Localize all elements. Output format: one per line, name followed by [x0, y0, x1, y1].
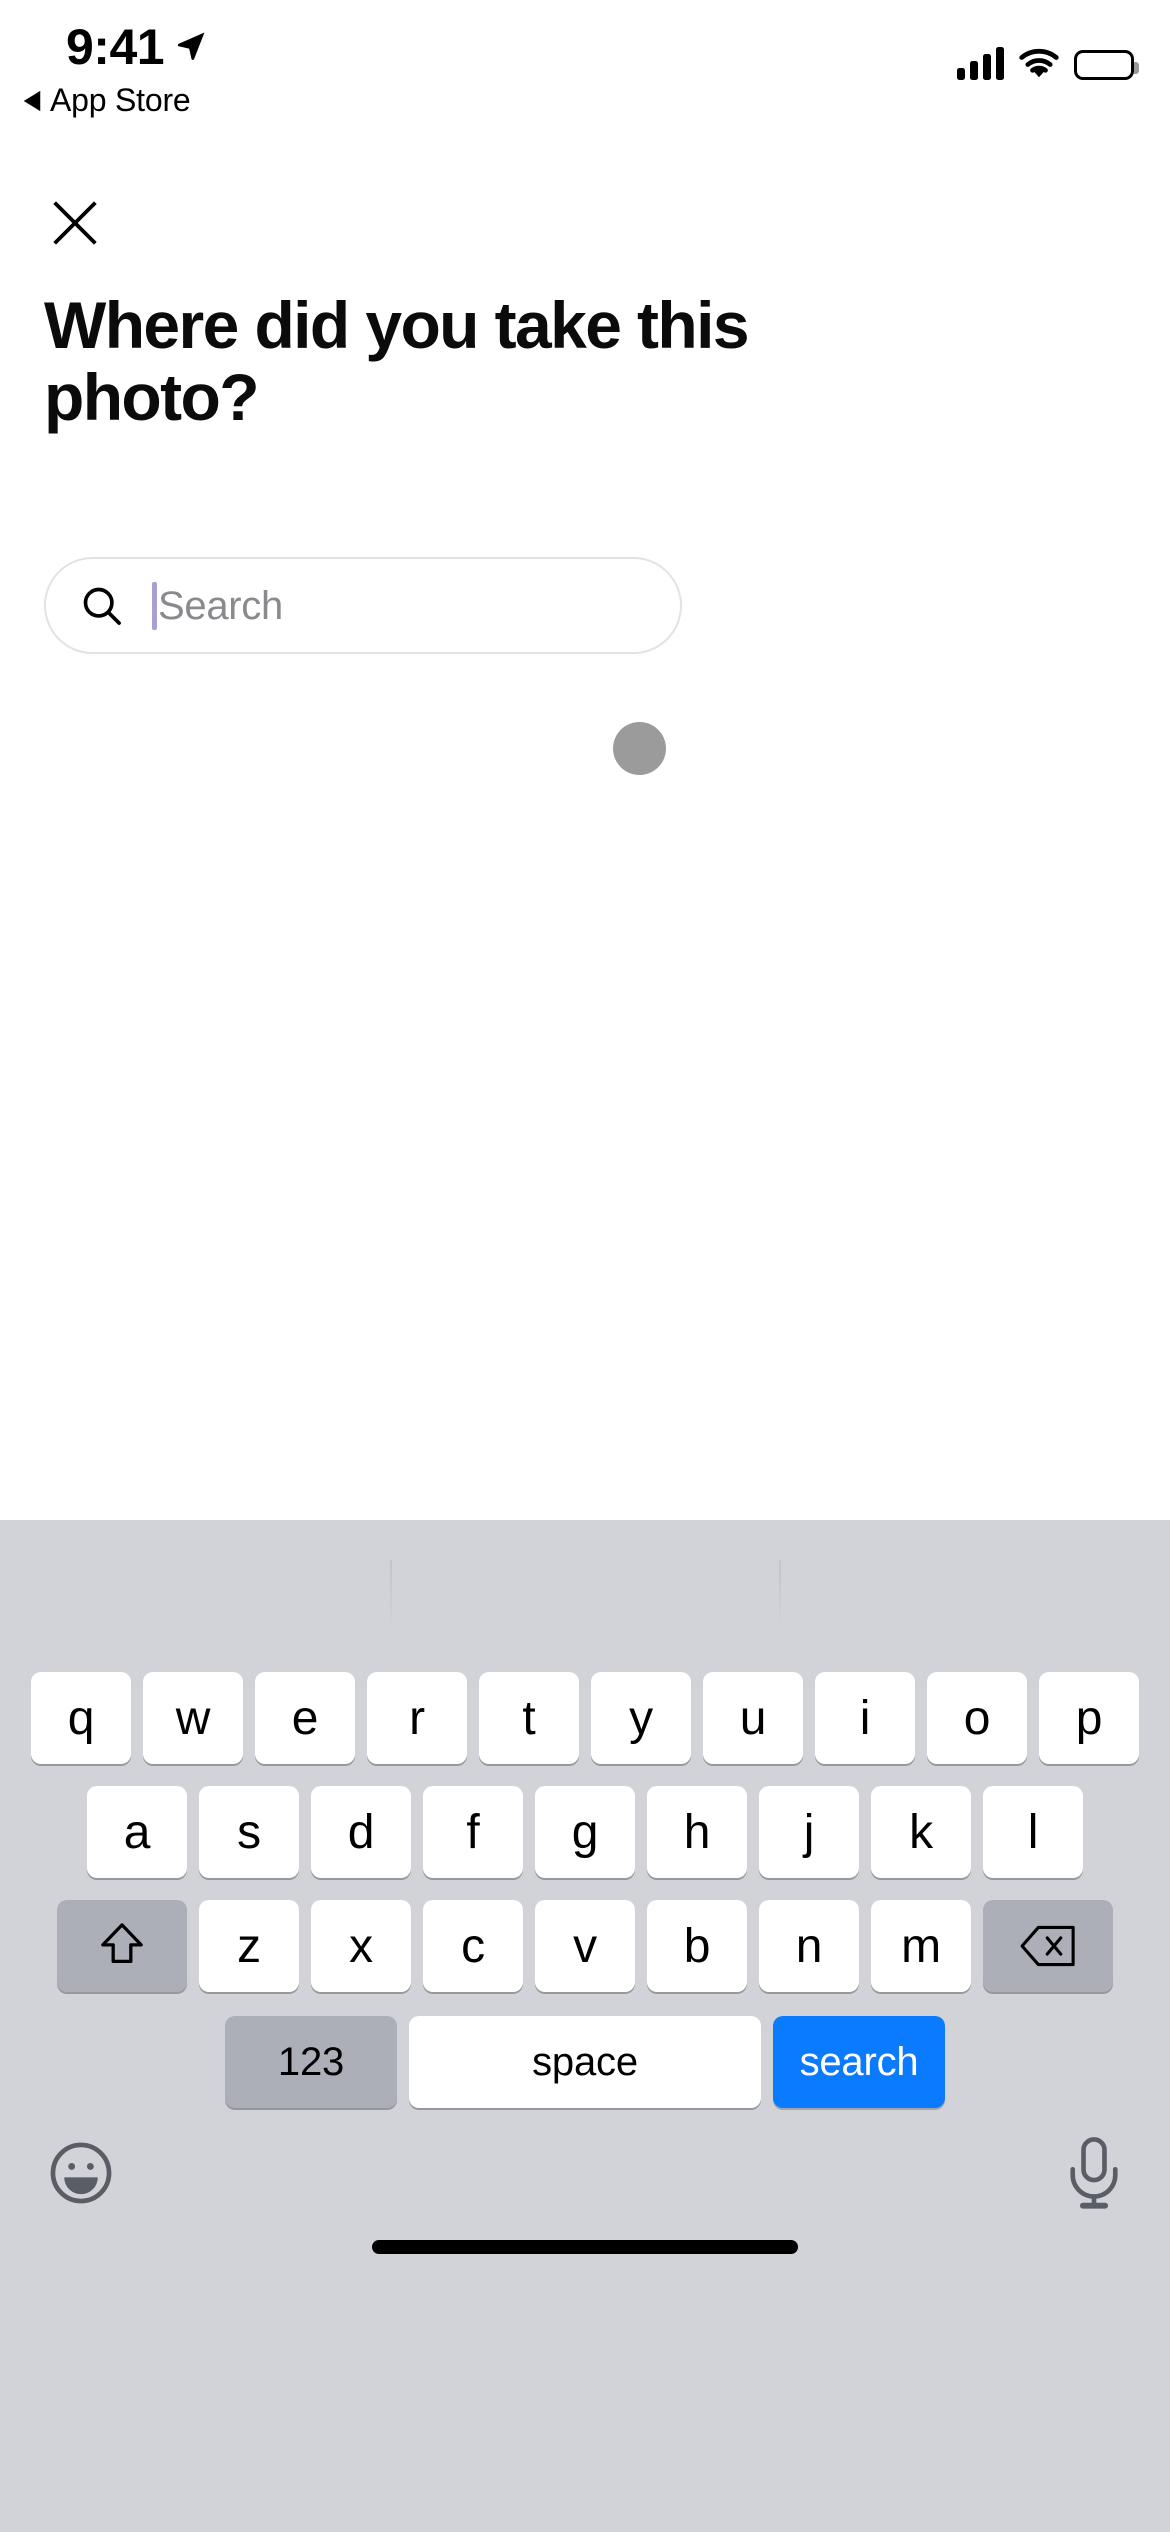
- key-w[interactable]: w: [143, 1672, 243, 1764]
- key-i[interactable]: i: [815, 1672, 915, 1764]
- search-field[interactable]: Search: [44, 557, 682, 654]
- wifi-icon: [1019, 48, 1059, 78]
- key-e[interactable]: e: [255, 1672, 355, 1764]
- key-d[interactable]: d: [311, 1786, 411, 1878]
- key-q[interactable]: q: [31, 1672, 131, 1764]
- keyboard-row-2: a s d f g h j k l: [0, 1786, 1170, 1878]
- close-button[interactable]: [38, 186, 112, 260]
- key-v[interactable]: v: [535, 1900, 635, 1992]
- microphone-icon: [1070, 2137, 1118, 2209]
- keyboard: q w e r t y u i o p a s d f g h j k l z …: [0, 1520, 1170, 2532]
- home-indicator: [372, 2240, 798, 2254]
- key-x[interactable]: x: [311, 1900, 411, 1992]
- key-l[interactable]: l: [983, 1786, 1083, 1878]
- close-icon: [53, 201, 97, 245]
- status-bar-time: 9:41: [66, 19, 165, 75]
- key-t[interactable]: t: [479, 1672, 579, 1764]
- delete-backspace-icon: [1020, 1925, 1075, 1967]
- status-bar-right: [957, 38, 1139, 80]
- battery-full-icon: [1074, 50, 1139, 80]
- back-to-app-label: App Store: [50, 82, 191, 118]
- shift-arrow-icon: [101, 1923, 143, 1963]
- loading-dot: [613, 722, 666, 775]
- numbers-key[interactable]: 123: [225, 2016, 397, 2108]
- key-j[interactable]: j: [759, 1786, 859, 1878]
- key-n[interactable]: n: [759, 1900, 859, 1992]
- status-bar-left: 9:41: [66, 22, 208, 72]
- key-o[interactable]: o: [927, 1672, 1027, 1764]
- space-key[interactable]: space: [409, 2016, 761, 2108]
- emoji-key[interactable]: [48, 2140, 114, 2206]
- back-triangle-icon: [23, 90, 41, 111]
- key-k[interactable]: k: [871, 1786, 971, 1878]
- key-f[interactable]: f: [423, 1786, 523, 1878]
- search-return-key[interactable]: search: [773, 2016, 945, 2108]
- key-z[interactable]: z: [199, 1900, 299, 1992]
- emoji-smiley-icon: [50, 2142, 112, 2204]
- search-input-placeholder: Search: [158, 583, 283, 628]
- key-s[interactable]: s: [199, 1786, 299, 1878]
- keyboard-row-1: q w e r t y u i o p: [0, 1672, 1170, 1764]
- key-b[interactable]: b: [647, 1900, 747, 1992]
- key-r[interactable]: r: [367, 1672, 467, 1764]
- location-arrow-icon: [178, 32, 205, 60]
- key-p[interactable]: p: [1039, 1672, 1139, 1764]
- search-icon: [83, 587, 121, 625]
- predictive-divider: [390, 1560, 392, 1624]
- predictive-text-bar[interactable]: [0, 1520, 1170, 1660]
- keyboard-row-3: z x c v b n m: [0, 1900, 1170, 1992]
- page-title: Where did you take this photo?: [44, 288, 750, 434]
- key-y[interactable]: y: [591, 1672, 691, 1764]
- dictation-key[interactable]: [1066, 2136, 1122, 2210]
- back-to-app-store-button[interactable]: App Store: [22, 82, 191, 119]
- keyboard-row-4: 123 space search: [0, 2016, 1170, 2108]
- delete-key[interactable]: [983, 1900, 1113, 1992]
- text-cursor: [152, 581, 157, 630]
- key-c[interactable]: c: [423, 1900, 523, 1992]
- keyboard-bottom-bar: [0, 2118, 1170, 2268]
- key-m[interactable]: m: [871, 1900, 971, 1992]
- key-a[interactable]: a: [87, 1786, 187, 1878]
- cellular-signal-icon: [957, 47, 1004, 80]
- key-u[interactable]: u: [703, 1672, 803, 1764]
- key-h[interactable]: h: [647, 1786, 747, 1878]
- shift-key[interactable]: [57, 1900, 187, 1992]
- predictive-divider: [779, 1560, 781, 1624]
- status-bar: 9:41 App Store: [0, 0, 1170, 132]
- key-g[interactable]: g: [535, 1786, 635, 1878]
